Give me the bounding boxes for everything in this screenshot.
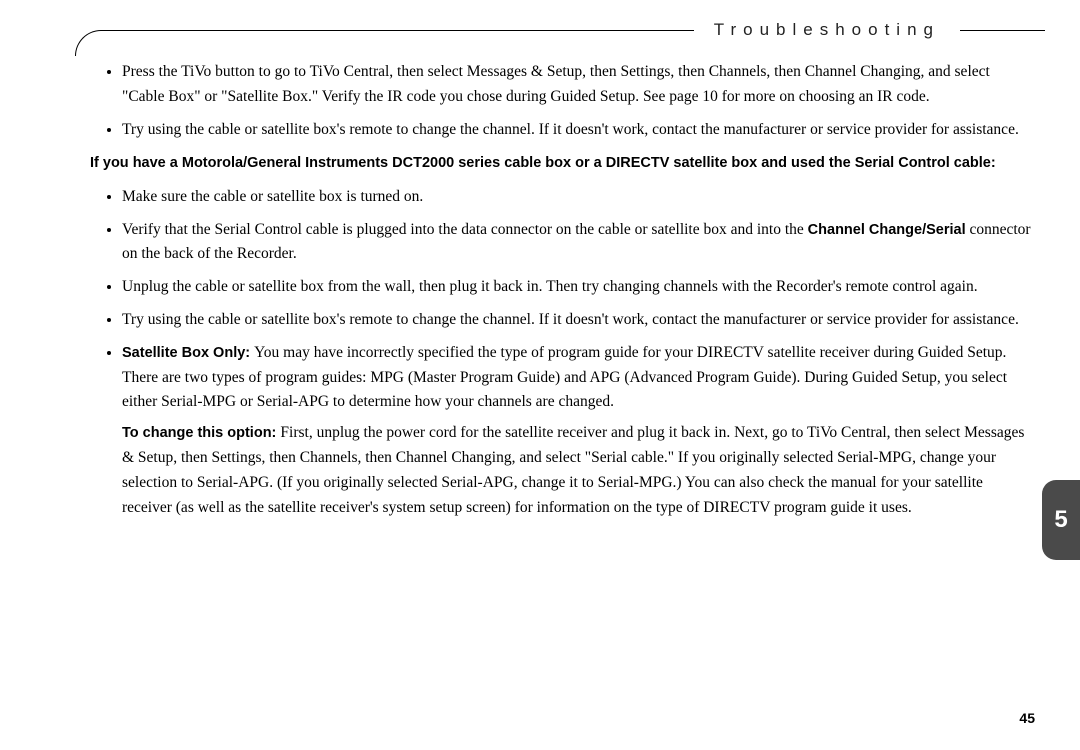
text-fragment: You may have incorrectly specified the t… bbox=[122, 344, 1007, 411]
page: Troubleshooting Press the TiVo button to… bbox=[0, 0, 1080, 750]
bold-fragment: Satellite Box Only: bbox=[122, 345, 254, 361]
content: Press the TiVo button to go to TiVo Cent… bbox=[90, 60, 1035, 530]
page-number: 45 bbox=[1019, 710, 1035, 726]
list-item: Verify that the Serial Control cable is … bbox=[122, 218, 1035, 268]
list-item: Try using the cable or satellite box's r… bbox=[122, 308, 1035, 333]
bullet-list-1: Press the TiVo button to go to TiVo Cent… bbox=[90, 60, 1035, 142]
intro-paragraph: If you have a Motorola/General Instrumen… bbox=[90, 152, 1035, 174]
text-fragment: Verify that the Serial Control cable is … bbox=[122, 221, 808, 238]
bold-fragment: Channel Change/Serial bbox=[808, 222, 966, 238]
bold-fragment: To change this option: bbox=[122, 425, 280, 441]
bullet-list-2: Make sure the cable or satellite box is … bbox=[90, 185, 1035, 521]
list-item: Make sure the cable or satellite box is … bbox=[122, 185, 1035, 210]
section-title: Troubleshooting bbox=[694, 20, 960, 40]
nested-paragraph: To change this option: First, unplug the… bbox=[122, 421, 1035, 520]
list-item: Unplug the cable or satellite box from t… bbox=[122, 275, 1035, 300]
list-item: Press the TiVo button to go to TiVo Cent… bbox=[122, 60, 1035, 110]
chapter-tab: 5 bbox=[1042, 480, 1080, 560]
list-item: Satellite Box Only: You may have incorre… bbox=[122, 341, 1035, 521]
list-item: Try using the cable or satellite box's r… bbox=[122, 118, 1035, 143]
